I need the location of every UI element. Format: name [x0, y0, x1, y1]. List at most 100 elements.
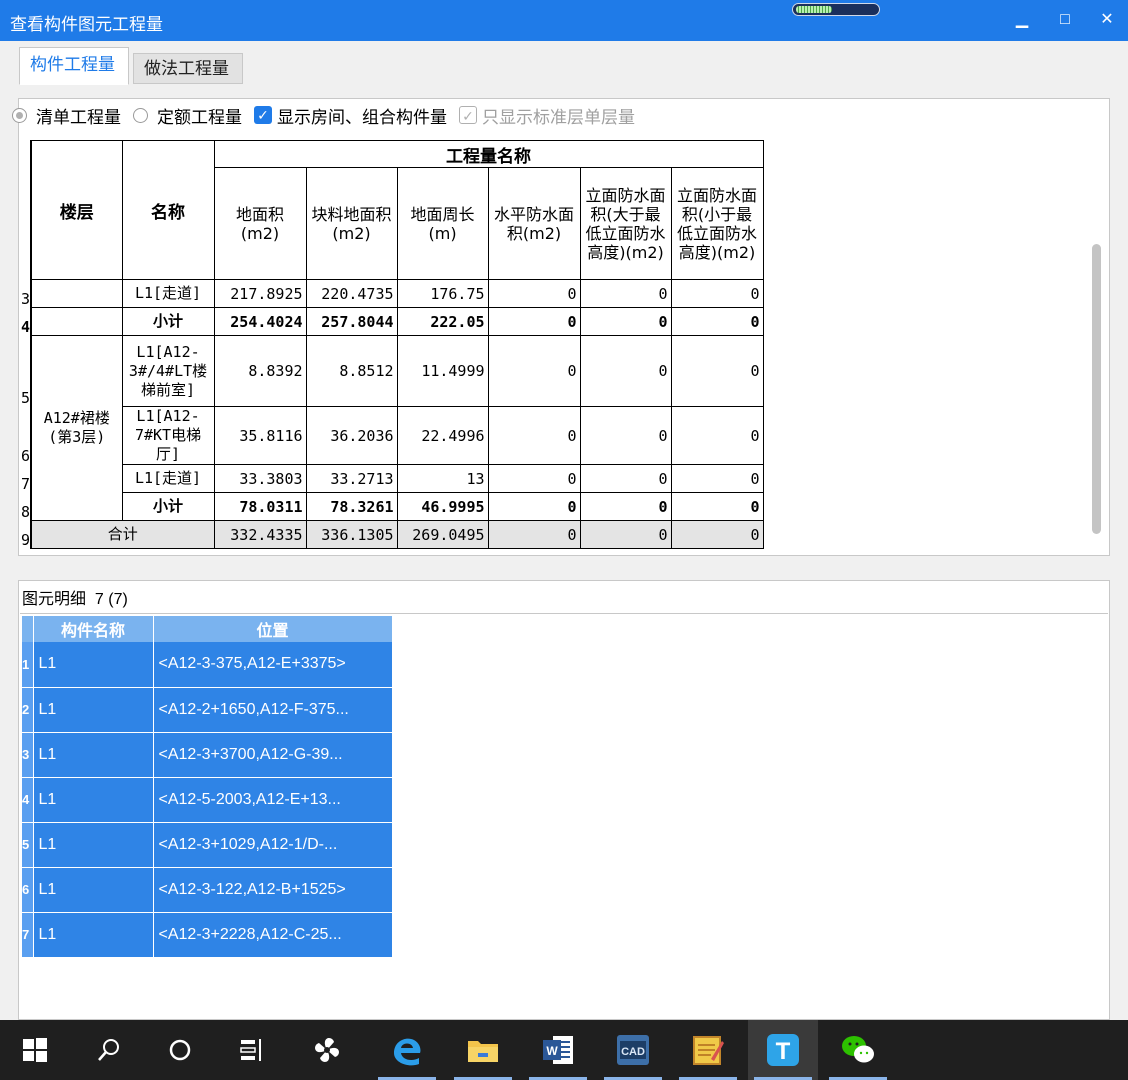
list-item[interactable]: 1 L1 <A12-3-375,A12-E+3375>	[22, 642, 393, 688]
value-cell: 0	[487, 492, 581, 521]
row-index: 3	[22, 732, 34, 778]
table-row[interactable]: 6 L1[A12-7#KT电梯厅] 35.8116 36.2036 22.499…	[21, 406, 764, 465]
position-cell: <A12-3+2228,A12-C-25...	[153, 912, 393, 958]
value-cell: 0	[487, 464, 581, 493]
row-index: 2	[22, 687, 34, 733]
row-index: 6	[22, 867, 34, 913]
options-bar: 清单工程量 定额工程量 ✓ 显示房间、组合构件量 ✓ 只显示标准层单层量	[12, 103, 647, 128]
search-icon[interactable]	[74, 1020, 144, 1080]
value-cell: 78.0311	[213, 492, 307, 521]
notes-icon[interactable]	[673, 1020, 743, 1080]
value-cell: 8.8392	[213, 335, 307, 407]
col-header: 立面防水面积(小于最低立面防水高度)(m2)	[670, 167, 764, 280]
checkbox-show-rooms[interactable]: ✓ 显示房间、组合构件量	[254, 103, 447, 128]
list-item[interactable]: 7 L1 <A12-3+2228,A12-C-25...	[22, 912, 393, 958]
position-cell: <A12-5-2003,A12-E+13...	[153, 777, 393, 823]
radio-list-label: 清单工程量	[36, 107, 121, 127]
row-number: 5	[21, 335, 33, 407]
value-cell: 0	[579, 279, 672, 308]
name-cell: L1[走道]	[121, 464, 215, 493]
value-cell: 0	[579, 492, 672, 521]
cad-icon[interactable]: CAD	[598, 1020, 668, 1080]
cortana-icon[interactable]	[145, 1020, 215, 1080]
quantity-table: 楼层 名称 工程量名称 地面积(m2) 块料地面积(m2) 地面周长(m) 水平…	[21, 140, 764, 549]
floor-cell: A12#裙楼(第3层)	[30, 335, 123, 521]
value-cell: 0	[670, 464, 764, 493]
name-cell: 小计	[121, 492, 215, 521]
position-cell: <A12-2+1650,A12-F-375...	[153, 687, 393, 733]
component-name-cell: L1	[33, 822, 154, 868]
detail-count: 7 (7)	[94, 591, 128, 608]
row-number: 3	[21, 279, 33, 308]
col-name-header: 名称	[121, 140, 215, 280]
file-explorer-icon[interactable]	[448, 1020, 518, 1080]
t-app-icon[interactable]: T	[748, 1020, 818, 1080]
row-header-blank	[21, 140, 33, 280]
value-cell: 269.0495	[396, 520, 489, 549]
radio-quota-quantity[interactable]: 定额工程量	[133, 103, 242, 128]
row-number: 8	[21, 492, 33, 521]
row-number: 9	[21, 520, 33, 549]
radio-list-quantity[interactable]: 清单工程量	[12, 103, 121, 128]
floor-cell	[30, 279, 123, 308]
value-cell: 0	[487, 279, 581, 308]
col-header: 地面积(m2)	[213, 167, 307, 280]
edge-icon[interactable]	[372, 1020, 442, 1080]
close-button[interactable]: ✕	[1095, 8, 1119, 32]
value-cell: 0	[487, 406, 581, 465]
quantity-group-header: 工程量名称	[213, 140, 764, 168]
table-row[interactable]: 7 L1[走道] 33.3803 33.2713 13 0 0 0	[21, 464, 764, 493]
value-cell: 0	[670, 520, 764, 549]
maximize-button[interactable]: □	[1053, 8, 1077, 32]
value-cell: 0	[670, 307, 764, 336]
list-item[interactable]: 3 L1 <A12-3+3700,A12-G-39...	[22, 732, 393, 778]
value-cell: 217.8925	[213, 279, 307, 308]
start-icon[interactable]	[0, 1020, 70, 1080]
loading-progress-bar	[792, 3, 880, 16]
table-row[interactable]: 3 L1[走道] 217.8925 220.4735 176.75 0 0 0	[21, 279, 764, 308]
value-cell: 0	[579, 520, 672, 549]
value-cell: 78.3261	[305, 492, 398, 521]
checkbox-standard-floor: ✓ 只显示标准层单层量	[459, 103, 635, 128]
name-cell: L1[A12-7#KT电梯厅]	[121, 406, 215, 465]
list-item[interactable]: 4 L1 <A12-5-2003,A12-E+13...	[22, 777, 393, 823]
value-cell: 332.4335	[213, 520, 307, 549]
tab-method-quantity[interactable]: 做法工程量	[133, 53, 243, 84]
progress-fill	[796, 6, 832, 13]
value-cell: 0	[579, 464, 672, 493]
fan-app-icon[interactable]	[292, 1020, 362, 1080]
minimize-button[interactable]: ▁	[1010, 8, 1034, 32]
row-index: 1	[22, 642, 34, 688]
value-cell: 13	[396, 464, 489, 493]
value-cell: 0	[487, 307, 581, 336]
vertical-scrollbar[interactable]	[1092, 244, 1101, 534]
subtotal-row[interactable]: 8 小计 78.0311 78.3261 46.9995 0 0 0	[21, 492, 764, 521]
row-number: 7	[21, 464, 33, 493]
row-index: 5	[22, 822, 34, 868]
value-cell: 254.4024	[213, 307, 307, 336]
task-view-icon[interactable]	[217, 1020, 287, 1080]
divider	[20, 613, 1108, 614]
word-icon[interactable]: W	[523, 1020, 593, 1080]
row-index: 7	[22, 912, 34, 958]
radio-icon	[133, 107, 148, 123]
value-cell: 0	[670, 406, 764, 465]
col-position-header: 位置	[153, 616, 393, 642]
taskbar: W CAD T	[0, 1020, 1128, 1080]
list-item[interactable]: 5 L1 <A12-3+1029,A12-1/D-...	[22, 822, 393, 868]
list-item[interactable]: 2 L1 <A12-2+1650,A12-F-375...	[22, 687, 393, 733]
table-row[interactable]: 5 A12#裙楼(第3层) L1[A12-3#/4#LT楼梯前室] 8.8392…	[21, 335, 764, 521]
row-number: 6	[21, 406, 33, 465]
radio-icon	[12, 107, 27, 123]
tab-component-quantity[interactable]: 构件工程量	[19, 47, 129, 85]
cad-icon-label: CAD	[621, 1046, 645, 1058]
t-app-icon-letter: T	[776, 1038, 791, 1065]
wechat-icon[interactable]	[823, 1020, 893, 1080]
value-cell: 0	[579, 406, 672, 465]
list-item[interactable]: 6 L1 <A12-3-122,A12-B+1525>	[22, 867, 393, 913]
total-row[interactable]: 9 合计 332.4335 336.1305 269.0495 0 0 0	[21, 520, 764, 549]
position-cell: <A12-3-122,A12-B+1525>	[153, 867, 393, 913]
component-name-cell: L1	[33, 642, 154, 688]
total-label: 合计	[30, 520, 215, 549]
subtotal-row[interactable]: 4 小计 254.4024 257.8044 222.05 0 0 0	[21, 307, 764, 336]
